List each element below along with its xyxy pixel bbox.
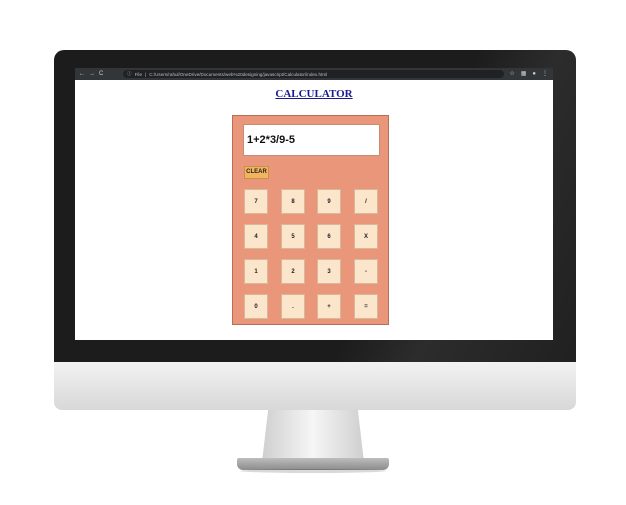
key-multiply[interactable]: X (354, 224, 378, 249)
browser-actions: ☆ ▦ ● ⋮ (504, 68, 553, 80)
url-text: C:/Users/rahul/OneDrive/Documents/web%20… (149, 71, 328, 77)
key-decimal[interactable]: . (281, 294, 305, 319)
profile-icon[interactable]: ● (532, 68, 536, 80)
key-2[interactable]: 2 (281, 259, 305, 284)
address-bar[interactable]: ⓘ File | C:/Users/rahul/OneDrive/Documen… (123, 70, 505, 78)
monitor-stand-neck (262, 410, 364, 462)
menu-icon[interactable]: ⋮ (542, 68, 548, 80)
key-equals[interactable]: = (354, 294, 378, 319)
key-0[interactable]: 0 (244, 294, 268, 319)
monitor-chin (54, 362, 576, 410)
url-scheme: File (134, 71, 143, 77)
screen: ← → C ⓘ File | C:/Users/rahul/OneDrive/D… (75, 68, 553, 340)
back-icon[interactable]: ← (79, 68, 85, 80)
clear-button[interactable]: CLEAR (244, 166, 269, 179)
key-6[interactable]: 6 (317, 224, 341, 249)
info-icon: ⓘ (127, 71, 132, 76)
key-7[interactable]: 7 (244, 189, 268, 214)
url-separator: | (145, 71, 147, 77)
extension-icon[interactable]: ▦ (521, 68, 527, 80)
key-minus[interactable]: - (354, 259, 378, 284)
calculator: 1+2*3/9-5 CLEAR 7 8 9 / 4 5 6 X 1 2 3 - … (232, 115, 389, 325)
stand-shadow (240, 469, 386, 473)
key-1[interactable]: 1 (244, 259, 268, 284)
key-4[interactable]: 4 (244, 224, 268, 249)
calculator-display: 1+2*3/9-5 (243, 124, 380, 156)
key-divide[interactable]: / (354, 189, 378, 214)
key-5[interactable]: 5 (281, 224, 305, 249)
key-9[interactable]: 9 (317, 189, 341, 214)
star-icon[interactable]: ☆ (509, 68, 514, 80)
browser-nav: ← → C (75, 68, 123, 80)
key-3[interactable]: 3 (317, 259, 341, 284)
browser-toolbar: ← → C ⓘ File | C:/Users/rahul/OneDrive/D… (75, 68, 553, 80)
reload-icon[interactable]: C (99, 68, 103, 80)
forward-icon[interactable]: → (89, 68, 95, 80)
page-title: CALCULATOR (275, 88, 353, 100)
key-8[interactable]: 8 (281, 189, 305, 214)
key-plus[interactable]: + (317, 294, 341, 319)
